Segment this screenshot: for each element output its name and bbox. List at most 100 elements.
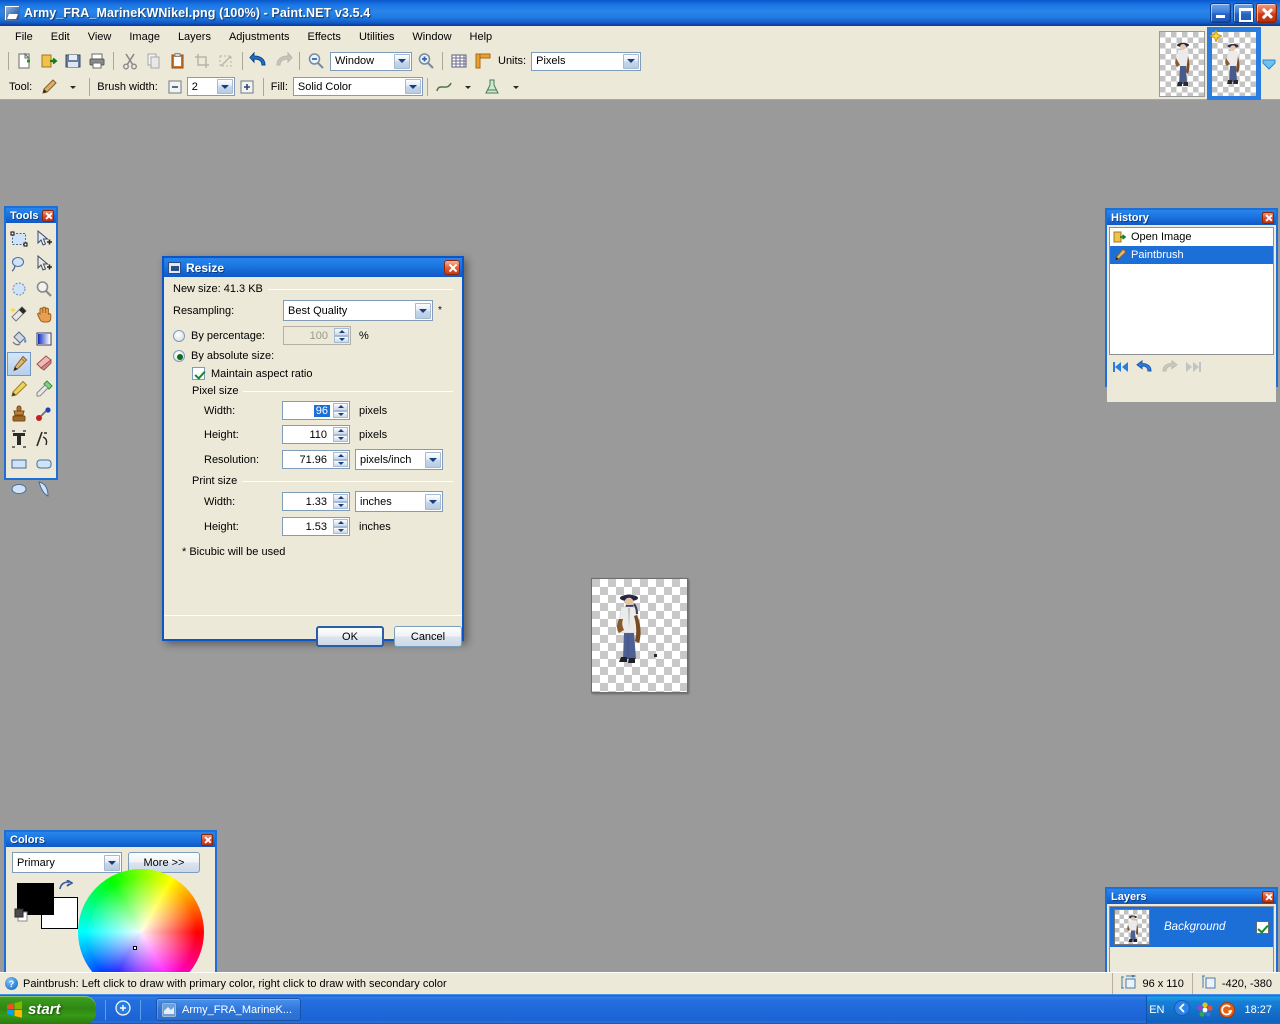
print-width-unit-select[interactable]: inches: [355, 491, 443, 512]
chevron-down-icon[interactable]: [425, 452, 441, 468]
history-titlebar[interactable]: History: [1107, 210, 1276, 225]
tool-freeform-shape[interactable]: [32, 477, 56, 501]
deselect-all-button[interactable]: [215, 50, 237, 72]
maximize-button[interactable]: [1233, 3, 1254, 23]
tray-language-label[interactable]: EN: [1149, 1004, 1164, 1016]
colors-close-icon[interactable]: [201, 834, 213, 846]
quick-launch-browser-icon[interactable]: [115, 1000, 131, 1019]
layer-visibility-checkbox[interactable]: [1256, 921, 1269, 934]
undo-button[interactable]: [248, 50, 270, 72]
image-thumbnail-1[interactable]: [1159, 31, 1205, 97]
tool-pencil[interactable]: [7, 377, 31, 401]
menu-item-layers[interactable]: Layers: [169, 28, 220, 46]
brush-width-increase-button[interactable]: [236, 76, 258, 98]
color-wheel-cursor[interactable]: [133, 946, 137, 950]
resize-dialog-close-button[interactable]: [444, 260, 460, 275]
history-list[interactable]: Open Image Paintbrush: [1109, 227, 1274, 355]
rewind-history-button[interactable]: [1113, 360, 1130, 377]
resampling-select[interactable]: Best Quality: [283, 300, 433, 321]
resize-dialog-titlebar[interactable]: Resize: [164, 258, 462, 277]
pixel-width-input[interactable]: 96: [282, 401, 350, 420]
undo-button[interactable]: [1136, 360, 1154, 377]
new-image-button[interactable]: [14, 50, 36, 72]
current-tool-paintbrush-icon[interactable]: [38, 76, 60, 98]
menu-item-adjustments[interactable]: Adjustments: [220, 28, 299, 46]
tool-gradient[interactable]: [32, 327, 56, 351]
copy-button[interactable]: [143, 50, 165, 72]
tool-lasso-select[interactable]: [7, 252, 31, 276]
tool-paintbrush[interactable]: [7, 352, 31, 376]
brush-width-input[interactable]: 2: [187, 77, 235, 96]
colors-titlebar[interactable]: Colors: [6, 832, 215, 847]
tool-magic-wand[interactable]: [7, 302, 31, 326]
paste-button[interactable]: [167, 50, 189, 72]
antialiasing-flask-icon[interactable]: [481, 76, 503, 98]
print-width-input[interactable]: 1.33: [282, 492, 350, 511]
print-height-input[interactable]: 1.53: [282, 517, 350, 536]
orange-circle-icon[interactable]: [1219, 1002, 1235, 1018]
resolution-input[interactable]: 71.96: [282, 450, 350, 469]
zoom-level-select[interactable]: Window: [330, 52, 412, 71]
canvas-workspace[interactable]: Tools: [0, 100, 1280, 972]
history-close-icon[interactable]: [1262, 212, 1274, 224]
show-rulers-button[interactable]: [472, 50, 494, 72]
resolution-spinner[interactable]: [333, 452, 348, 467]
tool-clone-stamp[interactable]: [7, 402, 31, 426]
by-percentage-radio[interactable]: [173, 330, 185, 342]
chevron-down-icon[interactable]: [623, 54, 639, 69]
crop-to-selection-button[interactable]: [191, 50, 213, 72]
fast-forward-history-button[interactable]: [1184, 360, 1201, 377]
percentage-spinner[interactable]: [334, 328, 349, 343]
minimize-button[interactable]: [1210, 3, 1231, 23]
tools-palette-close-icon[interactable]: [42, 210, 54, 222]
layers-titlebar[interactable]: Layers: [1107, 889, 1276, 904]
menu-item-edit[interactable]: Edit: [42, 28, 79, 46]
chevron-left-icon[interactable]: [1174, 1000, 1190, 1019]
zoom-out-button[interactable]: [305, 50, 327, 72]
chevron-down-icon[interactable]: [104, 855, 120, 871]
resolution-unit-select[interactable]: pixels/inch: [355, 449, 443, 470]
tool-rectangle-shape[interactable]: [7, 452, 31, 476]
tool-recolor[interactable]: [32, 402, 56, 426]
cancel-button[interactable]: Cancel: [394, 626, 462, 647]
swap-arrow-icon[interactable]: [58, 880, 73, 896]
layers-close-icon[interactable]: [1262, 891, 1274, 903]
menu-item-help[interactable]: Help: [461, 28, 502, 46]
tool-text[interactable]: [7, 427, 31, 451]
history-item-paintbrush[interactable]: Paintbrush: [1110, 246, 1273, 264]
menu-item-image[interactable]: Image: [120, 28, 169, 46]
menu-item-view[interactable]: View: [79, 28, 121, 46]
close-button[interactable]: [1256, 3, 1277, 23]
zoom-in-button[interactable]: [415, 50, 437, 72]
taskbar-item-paintnet[interactable]: Army_FRA_MarineK...: [156, 998, 301, 1021]
layer-row-background[interactable]: Background: [1110, 907, 1273, 947]
ok-button[interactable]: OK: [316, 626, 384, 647]
chevron-down-icon[interactable]: [217, 79, 233, 94]
reset-colors-icon[interactable]: [14, 908, 30, 927]
menu-item-file[interactable]: File: [6, 28, 42, 46]
start-button[interactable]: start: [0, 996, 96, 1024]
tool-zoom[interactable]: [32, 277, 56, 301]
menu-item-window[interactable]: Window: [403, 28, 460, 46]
maintain-aspect-ratio-checkbox[interactable]: [192, 367, 205, 380]
bezier-dropdown-button[interactable]: [457, 76, 479, 98]
percentage-input[interactable]: 100: [283, 326, 351, 345]
print-height-spinner[interactable]: [333, 519, 348, 534]
chevron-down-icon[interactable]: [405, 79, 421, 94]
image-list-dropdown-button[interactable]: [1260, 34, 1278, 94]
antialiasing-dropdown-button[interactable]: [505, 76, 527, 98]
color-mode-select[interactable]: Primary: [12, 852, 122, 873]
tool-move-selected[interactable]: [32, 227, 56, 251]
tool-eraser[interactable]: [32, 352, 56, 376]
menu-item-utilities[interactable]: Utilities: [350, 28, 403, 46]
tool-rounded-rectangle[interactable]: [32, 452, 56, 476]
image-canvas[interactable]: [591, 578, 688, 693]
menu-item-effects[interactable]: Effects: [299, 28, 350, 46]
tool-dropdown-button[interactable]: [62, 76, 84, 98]
fill-select[interactable]: Solid Color: [293, 77, 423, 96]
tool-ellipse-shape[interactable]: [7, 477, 31, 501]
pixel-height-spinner[interactable]: [333, 427, 348, 442]
pixel-height-input[interactable]: 110: [282, 425, 350, 444]
chevron-down-icon[interactable]: [425, 494, 441, 510]
history-item-open-image[interactable]: Open Image: [1110, 228, 1273, 246]
